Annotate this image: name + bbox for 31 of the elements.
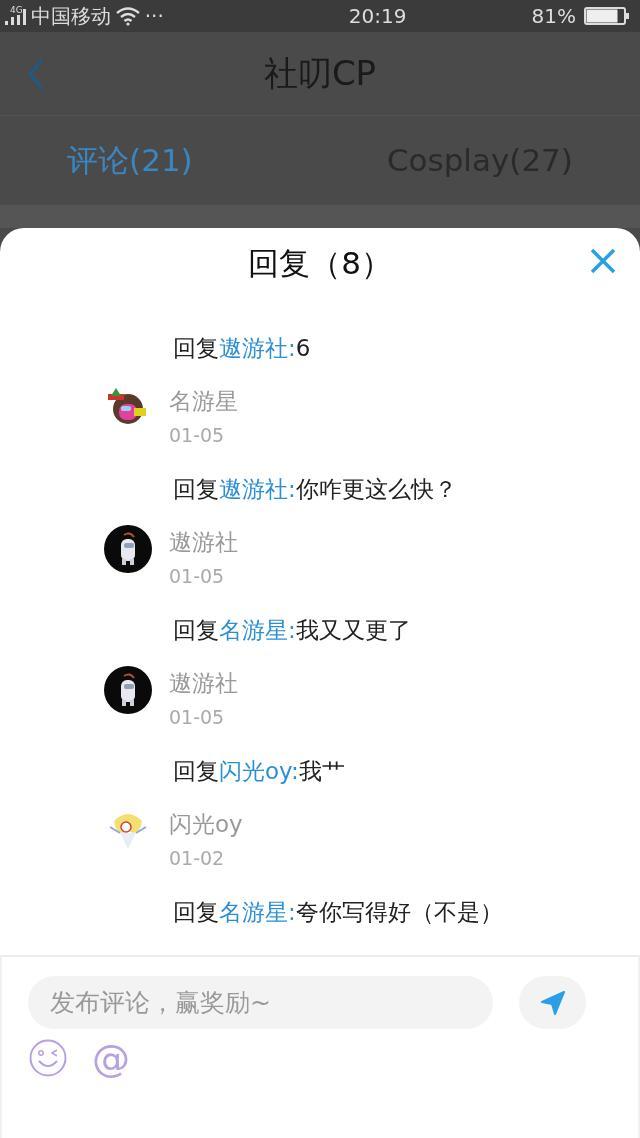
signal-icon xyxy=(2,6,27,26)
send-button[interactable] xyxy=(519,976,586,1029)
avatar xyxy=(104,525,152,573)
send-icon xyxy=(538,988,567,1017)
comment-date: 01-05 xyxy=(169,564,226,589)
comment-input[interactable]: 发布评论，赢奖励~ xyxy=(28,976,493,1029)
more-indicator: ··· xyxy=(144,3,164,30)
network-label: 4G xyxy=(10,5,23,15)
reply-text: 回复闪光oy:我艹 xyxy=(173,756,345,786)
emoji-icon[interactable] xyxy=(28,1038,68,1078)
mention-button[interactable]: @ xyxy=(92,1038,130,1078)
reply-text: 回复名游星:我又又更了 xyxy=(173,615,411,645)
comment-date: 01-05 xyxy=(169,423,226,448)
user-name: 闪光oy xyxy=(169,810,243,839)
clock-time: 20:19 xyxy=(347,3,408,30)
user-name: 遨游社 xyxy=(169,528,238,557)
wifi-icon xyxy=(114,6,141,26)
avatar xyxy=(104,666,152,714)
user-name: 遨游社 xyxy=(169,669,238,698)
battery-percent: 81% xyxy=(531,3,576,30)
battery-icon xyxy=(584,6,630,26)
user-name: 名游星 xyxy=(169,387,238,416)
close-button[interactable] xyxy=(588,246,618,276)
tab[interactable]: 评论(21) xyxy=(67,137,193,184)
comment-date: 01-05 xyxy=(169,705,226,730)
reply-text: 回复名游星:夸你写得好（不是） xyxy=(173,897,503,927)
carrier-name: 中国移动 xyxy=(30,3,111,30)
sheet-title: 回复（8） xyxy=(248,243,392,283)
reply-text: 回复遨游社:6 xyxy=(173,333,311,363)
comment-date: 01-02 xyxy=(169,846,226,871)
reply-text: 回复遨游社:你咋更这么快？ xyxy=(173,474,457,504)
